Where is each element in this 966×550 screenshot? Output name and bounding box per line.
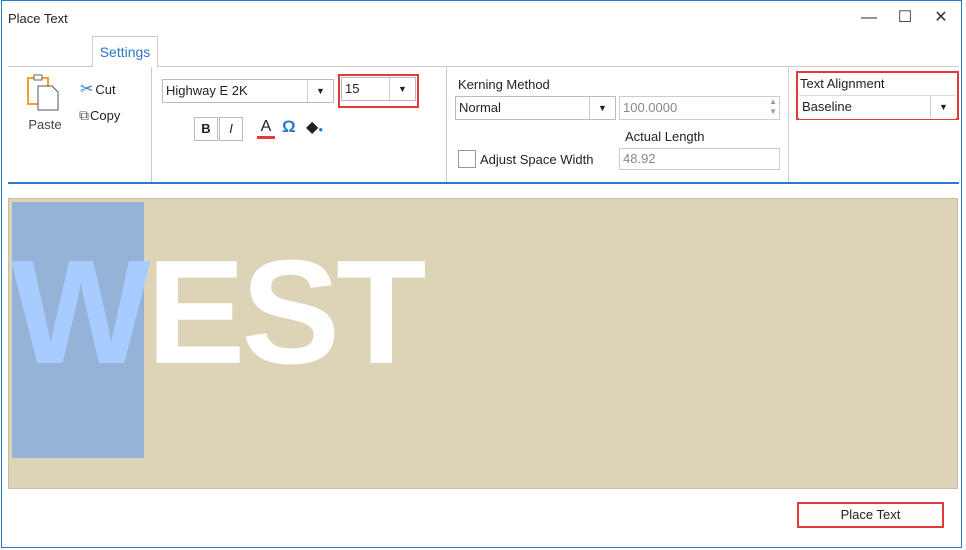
maximize-button[interactable]: ☐ bbox=[893, 6, 917, 30]
actual-length-label: Actual Length bbox=[625, 129, 705, 144]
spinner-arrows-icon[interactable]: ▲ ▼ bbox=[769, 97, 777, 117]
font-name-value: Highway E 2K bbox=[166, 83, 248, 98]
kerning-value-spinner[interactable]: 100.0000 ▲ ▼ bbox=[619, 96, 780, 120]
text-preview-canvas[interactable]: WEST bbox=[8, 198, 958, 489]
symbol-button[interactable]: Ω bbox=[282, 117, 296, 137]
font-size-value: 15 bbox=[345, 81, 360, 96]
chevron-down-icon: ▼ bbox=[589, 97, 615, 119]
preview-text: WEST bbox=[11, 239, 427, 387]
font-size-select[interactable]: 15 ▼ bbox=[341, 77, 416, 101]
scissors-icon: ✂ bbox=[80, 81, 94, 98]
preview-first-letter: W bbox=[11, 230, 151, 395]
copy-label: Copy bbox=[90, 108, 121, 123]
divider bbox=[788, 67, 789, 182]
paste-button[interactable]: Paste bbox=[24, 74, 66, 132]
divider bbox=[446, 67, 447, 182]
chevron-down-icon: ▼ bbox=[389, 78, 415, 100]
actual-length-field: 48.92 bbox=[619, 148, 780, 170]
kerning-method-value: Normal bbox=[459, 100, 501, 115]
copy-icon: ⧉ bbox=[79, 107, 89, 123]
text-alignment-value: Baseline bbox=[802, 99, 852, 114]
adjust-space-checkbox[interactable] bbox=[458, 150, 476, 168]
bold-button[interactable]: B bbox=[194, 117, 218, 141]
kerning-method-select[interactable]: Normal ▼ bbox=[455, 96, 616, 120]
italic-button[interactable]: I bbox=[219, 117, 243, 141]
kerning-label: Kerning Method bbox=[458, 77, 550, 92]
kerning-value: 100.0000 bbox=[623, 100, 678, 115]
font-color-button[interactable]: A bbox=[257, 118, 275, 139]
preview-rest: EST bbox=[146, 230, 427, 395]
adjust-space-label: Adjust Space Width bbox=[480, 152, 594, 167]
font-name-select[interactable]: Highway E 2K ▼ bbox=[162, 79, 334, 103]
divider bbox=[151, 67, 152, 182]
copy-button[interactable]: ⧉ Copy bbox=[79, 107, 120, 124]
paste-icon bbox=[27, 74, 59, 111]
place-text-button[interactable]: Place Text bbox=[797, 502, 944, 528]
close-button[interactable]: ✕ bbox=[929, 6, 953, 30]
fill-color-icon[interactable]: ◆● bbox=[306, 117, 323, 137]
tab-settings[interactable]: Settings bbox=[92, 36, 158, 67]
minimize-button[interactable]: — bbox=[857, 6, 881, 30]
text-alignment-select[interactable]: Baseline ▼ bbox=[799, 95, 956, 119]
paste-label: Paste bbox=[28, 117, 62, 132]
chevron-down-icon: ▼ bbox=[930, 96, 956, 118]
text-alignment-label: Text Alignment bbox=[800, 76, 885, 91]
window-title: Place Text bbox=[8, 11, 68, 26]
cut-label: Cut bbox=[95, 81, 116, 97]
cut-button[interactable]: ✂ Cut bbox=[80, 79, 116, 99]
chevron-down-icon: ▼ bbox=[307, 80, 333, 102]
